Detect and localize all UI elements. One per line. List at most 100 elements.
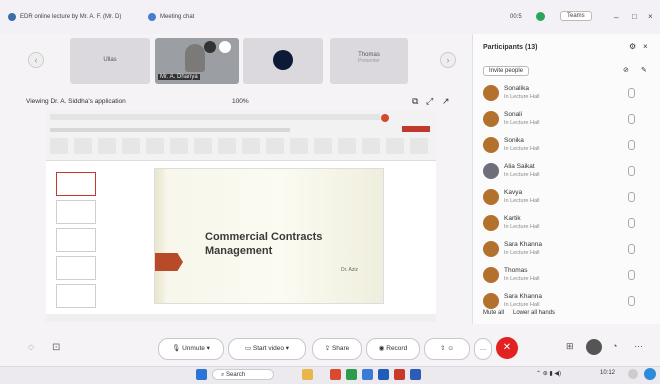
video-tile-1[interactable]: Ullas [70, 38, 150, 84]
ppt-menu-tabs[interactable] [50, 128, 290, 132]
more-button[interactable]: … [474, 338, 492, 360]
chat-tab-icon[interactable] [148, 13, 156, 23]
status-icon [536, 12, 545, 23]
lower-hands-button[interactable]: Lower all hands [513, 310, 555, 316]
ppt-record-icon[interactable] [381, 114, 389, 122]
layout-icon[interactable]: ⊞ [566, 341, 574, 352]
participants-panel: Participants (13) ⚙ × Invite people ⊘ ✎ … [472, 34, 660, 324]
slide-thumbnail[interactable] [56, 200, 96, 224]
prev-page-icon[interactable]: ‹ [28, 52, 44, 68]
powerpoint-icon[interactable] [394, 369, 405, 380]
ppt-statusbar [46, 314, 436, 322]
fullscreen-icon[interactable]: ⤢ [426, 96, 433, 107]
video-tile-2[interactable]: Mr. A. Dhanya [155, 38, 239, 84]
edit-icon[interactable]: ✎ [641, 66, 647, 74]
close-icon[interactable]: × [648, 12, 653, 21]
participant-status: In Lecture Hall [504, 224, 540, 230]
panel-close-icon[interactable]: × [643, 42, 648, 51]
shared-screen[interactable]: Commercial Contracts Management Dr. Aziz [46, 110, 436, 322]
participant-item[interactable]: Kavya In Lecture Hall [473, 186, 653, 212]
zoom-icon[interactable] [410, 369, 421, 380]
notification-icon[interactable] [628, 369, 638, 379]
start-video-button[interactable]: ▭ Start video ▾ [228, 338, 306, 360]
avatar [483, 267, 499, 283]
tile-name: Ullas [103, 57, 117, 63]
record-button[interactable]: ◉ Record [366, 338, 420, 360]
avatar [483, 241, 499, 257]
next-page-icon[interactable]: › [440, 52, 456, 68]
pop-out-icon[interactable]: ↗ [442, 96, 450, 107]
ppt-share-button[interactable] [402, 126, 430, 132]
slide-title-line2: Management [205, 245, 273, 257]
slide-thumbnail[interactable] [56, 172, 96, 196]
participants-toggle-icon[interactable] [586, 339, 602, 355]
ppt-toolbar[interactable] [50, 138, 430, 154]
participant-name: Kartik [504, 215, 521, 222]
mute-all-button[interactable]: Mute all [483, 310, 504, 316]
share-title: Viewing Dr. A. Siddha's application [26, 98, 126, 105]
participant-status: In Lecture Hall [504, 302, 540, 308]
window-title: EDR online lecture by Mr. A. F. (Mr. D) [20, 14, 122, 20]
app-icon[interactable] [378, 369, 389, 380]
participant-name: Sonalika [504, 85, 529, 92]
participant-name: Alia Saikat [504, 163, 535, 170]
video-tile-3[interactable] [243, 38, 323, 84]
slide-thumbnail[interactable] [56, 284, 96, 308]
info-icon[interactable]: ◌ [28, 342, 34, 353]
participant-item[interactable]: Alia Saikat In Lecture Hall [473, 160, 653, 186]
participant-item[interactable]: Sonalika In Lecture Hall [473, 82, 653, 108]
mic-icon [628, 140, 635, 150]
participant-item[interactable]: Sonika In Lecture Hall [473, 134, 653, 160]
participant-status: In Lecture Hall [504, 94, 540, 100]
leave-meeting-button[interactable]: ✕ [496, 337, 518, 359]
participant-name: Sonika [504, 137, 524, 144]
participant-name: Sara Khanna [504, 241, 542, 248]
participant-status: In Lecture Hall [504, 250, 540, 256]
app-icon[interactable] [330, 369, 341, 380]
security-icon[interactable]: ⊡ [52, 342, 60, 353]
edge-icon[interactable] [362, 369, 373, 380]
reactions-button[interactable]: ⇧ ☺ [424, 338, 470, 360]
copilot-icon[interactable] [644, 368, 656, 380]
app-icon[interactable] [346, 369, 357, 380]
avatar [483, 111, 499, 127]
participant-item[interactable]: Thomas In Lecture Hall [473, 264, 653, 290]
participant-status: In Lecture Hall [504, 172, 540, 178]
slide-decor [155, 169, 165, 303]
share-icon: ⇪ [324, 345, 332, 352]
mic-icon [628, 218, 635, 228]
video-tile-4[interactable]: Thomas Presenter [330, 38, 408, 84]
unmute-button[interactable]: 🎙︎ Unmute ▾ [158, 338, 224, 360]
chat-tab[interactable]: Meeting chat [160, 14, 194, 20]
start-icon[interactable] [196, 369, 207, 380]
current-slide: Commercial Contracts Management Dr. Aziz [154, 168, 384, 304]
clock[interactable]: 10:12 [600, 370, 615, 376]
more-icon[interactable] [219, 41, 231, 53]
invite-people-button[interactable]: Invite people [483, 66, 530, 76]
chat-icon[interactable]: ◔ [612, 341, 617, 351]
start-video-label: Start video [252, 345, 284, 352]
widgets-icon[interactable] [302, 369, 313, 380]
system-tray-icons[interactable]: ⌃ ⊛ ▮ ◀) [536, 370, 561, 377]
account-button[interactable]: Teams [560, 11, 592, 21]
mic-icon [628, 114, 635, 124]
slide-footer: Dr. Aziz [341, 267, 358, 273]
share-button[interactable]: ⇪ Share [312, 338, 362, 360]
record-label: Record [386, 345, 408, 352]
slide-thumbnail[interactable] [56, 256, 96, 280]
dock-icon[interactable]: ⧉ [412, 96, 418, 107]
avatar [483, 293, 499, 309]
search-box[interactable]: ⌕ Search [212, 369, 274, 380]
participant-item[interactable]: Kartik In Lecture Hall [473, 212, 653, 238]
slide-thumbnail[interactable] [56, 228, 96, 252]
avatar [483, 163, 499, 179]
minimize-icon[interactable]: – [614, 13, 618, 22]
more-options-icon[interactable]: ⋯ [634, 341, 643, 352]
participant-status: In Lecture Hall [504, 120, 540, 126]
participant-item[interactable]: Sonali In Lecture Hall [473, 108, 653, 134]
panel-settings-icon[interactable]: ⚙ [629, 42, 636, 51]
zoom-level[interactable]: 100% [232, 98, 249, 105]
maximize-icon[interactable]: □ [632, 12, 637, 21]
participant-item[interactable]: Sara Khanna In Lecture Hall [473, 238, 653, 264]
mute-icon[interactable]: ⊘ [623, 66, 629, 74]
